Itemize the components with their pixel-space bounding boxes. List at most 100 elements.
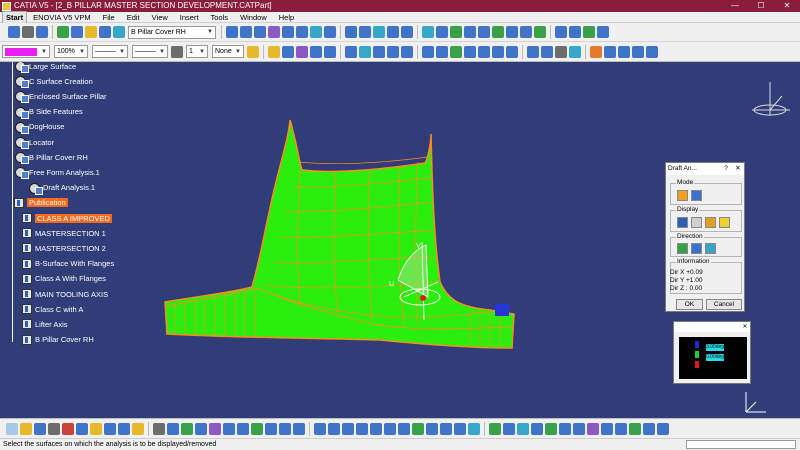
ok-button[interactable]: OK <box>676 299 703 310</box>
invert-direction-icon[interactable] <box>691 243 702 254</box>
multi-section-icon[interactable] <box>387 26 399 38</box>
conic-icon[interactable] <box>401 45 413 58</box>
define-work-object-icon[interactable] <box>113 26 125 38</box>
plane-icon[interactable] <box>254 26 266 38</box>
feature-icon[interactable] <box>590 45 602 58</box>
clash-icon[interactable] <box>587 422 599 435</box>
affinity-icon[interactable] <box>646 45 658 58</box>
constraint-icon[interactable] <box>268 45 280 58</box>
painter-icon[interactable] <box>247 45 259 58</box>
formula-icon[interactable] <box>296 45 308 58</box>
gsd-icon[interactable] <box>36 26 48 38</box>
circle-icon[interactable] <box>387 45 399 58</box>
join-icon[interactable] <box>422 26 434 38</box>
menu-view[interactable]: View <box>146 12 174 23</box>
menu-file[interactable]: File <box>97 12 121 23</box>
hide-show-icon[interactable] <box>454 422 466 435</box>
axis-system-icon[interactable] <box>223 422 235 435</box>
tree-item[interactable]: Large Surface <box>14 62 76 73</box>
pattern-icon[interactable] <box>555 26 567 38</box>
tree-item[interactable]: Class A With Flanges <box>14 272 106 286</box>
close-button[interactable]: ✕ <box>774 0 800 12</box>
distance-analysis-icon[interactable] <box>531 422 543 435</box>
reflect-line-icon[interactable] <box>464 45 476 58</box>
fill-icon[interactable] <box>373 26 385 38</box>
capture-icon[interactable] <box>657 422 669 435</box>
tree-item[interactable]: CLASS A IMPROVED <box>14 211 112 225</box>
normal-direction-icon[interactable] <box>705 243 716 254</box>
extract-icon[interactable] <box>478 26 490 38</box>
project-icon[interactable] <box>268 26 280 38</box>
fit-all-icon[interactable] <box>328 422 340 435</box>
redo-icon[interactable] <box>118 422 130 435</box>
mirror-icon[interactable] <box>604 45 616 58</box>
rotate-icon[interactable] <box>618 45 630 58</box>
helix-icon[interactable] <box>373 45 385 58</box>
full-mode-icon[interactable] <box>691 190 702 201</box>
extrude-icon[interactable] <box>296 26 308 38</box>
surface-analysis-icon[interactable] <box>489 422 501 435</box>
shading-icon[interactable] <box>440 422 452 435</box>
intersect-icon[interactable] <box>506 45 518 58</box>
dimension-icon[interactable] <box>541 45 553 58</box>
copy-icon[interactable] <box>76 422 88 435</box>
measure-icon[interactable] <box>527 45 539 58</box>
draft-analysis-icon[interactable] <box>503 422 515 435</box>
tree-item[interactable]: B Pillar Cover RH <box>14 333 94 347</box>
multi-view-icon[interactable] <box>412 422 424 435</box>
insert-set-icon[interactable] <box>99 26 111 38</box>
combine-icon[interactable] <box>450 45 462 58</box>
light-icon[interactable] <box>719 217 730 228</box>
offset-icon[interactable] <box>345 26 357 38</box>
view-compass[interactable] <box>732 76 792 131</box>
symbol-icon[interactable] <box>171 45 183 58</box>
linetype-select[interactable]: ——— ▼ <box>92 45 128 58</box>
work-object-icon[interactable] <box>279 422 291 435</box>
catalog-icon[interactable] <box>324 45 336 58</box>
tree-item[interactable]: MASTERSECTION 2 <box>14 241 106 255</box>
minimize-button[interactable]: — <box>722 0 748 12</box>
blend-icon[interactable] <box>401 26 413 38</box>
paste-icon[interactable] <box>90 422 102 435</box>
menu-start[interactable]: Start <box>2 10 28 24</box>
b-pillar-surface[interactable] <box>164 119 515 349</box>
color-scale-close-button[interactable]: ✕ <box>740 322 750 332</box>
lock-direction-icon[interactable] <box>705 217 716 228</box>
menu-edit[interactable]: Edit <box>121 12 146 23</box>
undo-update-icon[interactable] <box>195 422 207 435</box>
tree-item[interactable]: Lifter Axis <box>14 317 68 331</box>
normal-view-icon[interactable] <box>398 422 410 435</box>
render-icon[interactable] <box>643 422 655 435</box>
tree-item[interactable]: MAIN TOOLING AXIS <box>14 287 108 301</box>
new-icon[interactable] <box>6 422 18 435</box>
extrapolate-icon[interactable] <box>520 26 532 38</box>
open-icon[interactable] <box>20 422 32 435</box>
transparency-select[interactable]: 100% ▼ <box>54 45 88 58</box>
cut-icon[interactable] <box>62 422 74 435</box>
menu-insert[interactable]: Insert <box>174 12 205 23</box>
pan-icon[interactable] <box>342 422 354 435</box>
curvature-analysis-icon[interactable] <box>517 422 529 435</box>
knowledge-icon[interactable] <box>310 45 322 58</box>
porcupine-icon[interactable] <box>545 422 557 435</box>
save-icon[interactable] <box>34 422 46 435</box>
line-icon[interactable] <box>240 26 252 38</box>
draft-close-button[interactable]: ✕ <box>732 163 744 175</box>
on-the-fly-icon[interactable] <box>691 217 702 228</box>
polyline-icon[interactable] <box>422 45 434 58</box>
cancel-button[interactable]: Cancel <box>706 299 742 310</box>
tree-item[interactable]: B Pillar Cover RH <box>14 150 88 165</box>
layer-index-select[interactable]: 1 ▼ <box>186 45 208 58</box>
quick-mode-icon[interactable] <box>677 190 688 201</box>
zoom-in-icon[interactable] <box>370 422 382 435</box>
tree-item[interactable]: B Side Features <box>14 105 83 119</box>
intersection-icon[interactable] <box>282 26 294 38</box>
upper-angle-value[interactable]: 3.00deg <box>706 344 724 351</box>
sweep-icon[interactable] <box>359 26 371 38</box>
color-scale-icon[interactable] <box>677 217 688 228</box>
layer-select[interactable]: None ▼ <box>212 45 244 58</box>
lower-angle-value[interactable]: 0.00deg <box>706 354 724 361</box>
menu-window[interactable]: Window <box>234 12 273 23</box>
swap-space-icon[interactable] <box>468 422 480 435</box>
boundary-icon[interactable] <box>464 26 476 38</box>
